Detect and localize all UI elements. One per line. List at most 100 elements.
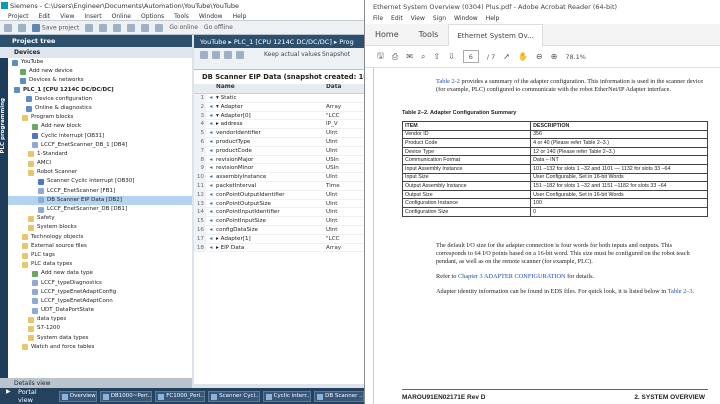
menu-help[interactable]: Help bbox=[233, 13, 247, 20]
menu-file[interactable]: File bbox=[373, 15, 383, 24]
tree-item-standard[interactable]: 1-Standard bbox=[8, 150, 192, 159]
download-icon[interactable] bbox=[155, 23, 164, 32]
print-icon[interactable]: ⎙ bbox=[392, 52, 398, 62]
db-row[interactable]: 3 ◂ ▾ Adapter[0] "LCC bbox=[194, 111, 364, 121]
tree-item-add-data-type[interactable]: Add new data type bbox=[8, 269, 192, 278]
task-db-scanner[interactable]: DB Scanner ... bbox=[314, 390, 365, 402]
db-row[interactable]: 11 ◂ packetInterval Time bbox=[194, 181, 364, 191]
next-page-icon[interactable]: ⇩ bbox=[448, 52, 455, 61]
cut-icon[interactable] bbox=[85, 23, 94, 32]
menu-online[interactable]: Online bbox=[112, 13, 131, 20]
prev-page-icon[interactable]: ⇧ bbox=[433, 52, 440, 61]
tree-item-udt-adaptconfig[interactable]: LCCF_typeEnetAdaptConfig bbox=[8, 288, 192, 297]
expand-icon[interactable] bbox=[224, 51, 232, 59]
email-icon[interactable]: ✉ bbox=[406, 52, 413, 61]
db-row[interactable]: 16 ◂ configDataSize UInt bbox=[194, 225, 364, 235]
db-row[interactable]: 7 ◂ productCode UInt bbox=[194, 146, 364, 156]
tree-item-plc-tags[interactable]: PLC tags bbox=[8, 251, 192, 260]
page-number-input[interactable]: 6 bbox=[462, 50, 479, 63]
tree-item-external-sources[interactable]: External source files bbox=[8, 242, 192, 251]
compile-icon[interactable] bbox=[141, 23, 150, 32]
menu-view[interactable]: View bbox=[411, 15, 425, 24]
tree-item-s7-1200[interactable]: S7-1200 bbox=[8, 324, 192, 333]
tree-item-udt-diagnostics[interactable]: LCCF_typeDiagnostics bbox=[8, 279, 192, 288]
paste-icon[interactable] bbox=[113, 23, 122, 32]
hand-tool-icon[interactable]: ✋ bbox=[518, 52, 528, 61]
tree-item-devices-networks[interactable]: Devices & networks bbox=[8, 76, 192, 85]
tree-item-program-blocks[interactable]: Program blocks bbox=[8, 113, 192, 122]
task-fc1000[interactable]: FC1000_Peri... bbox=[155, 390, 206, 402]
menu-view[interactable]: View bbox=[60, 13, 74, 20]
zoom-in-icon[interactable]: ⊕ bbox=[551, 52, 558, 61]
tree-item-device-config[interactable]: Device configuration bbox=[8, 95, 192, 104]
tree-item-udt-adaptconn[interactable]: LCCF_typeEnetAdaptConn bbox=[8, 297, 192, 306]
new-project-icon[interactable] bbox=[4, 23, 12, 32]
tree-item-ob31[interactable]: Cyclic interrupt [OB31] bbox=[8, 132, 192, 141]
go-online-button[interactable]: Go online bbox=[169, 24, 198, 31]
table-2-3-link[interactable]: Table 2–3 bbox=[668, 288, 693, 295]
menu-tools[interactable]: Tools bbox=[174, 13, 189, 20]
undo-icon[interactable] bbox=[127, 23, 136, 32]
tree-item-fb1[interactable]: LCCF_EnetScanner [FB1] bbox=[8, 187, 192, 196]
db-row[interactable]: 4 ◂ ▸ address IP_V bbox=[194, 120, 364, 130]
task-cyclic-interrupt[interactable]: Cyclic interr... bbox=[262, 390, 312, 402]
tree-item-robot-scanner[interactable]: Robot Scanner bbox=[8, 168, 192, 177]
tree-item-plc[interactable]: PLC_1 [CPU 1214C DC/DC/DC] bbox=[8, 86, 192, 95]
db-row[interactable]: 15 ◂ conPointInputSize UInt bbox=[194, 217, 364, 226]
keep-actual-values-button[interactable]: Keep actual values bbox=[264, 51, 321, 58]
menu-window[interactable]: Window bbox=[199, 13, 223, 20]
collapse-icon[interactable] bbox=[236, 51, 244, 59]
tab-document[interactable]: Ethernet System Ov... bbox=[448, 23, 543, 46]
add-row-icon[interactable] bbox=[212, 51, 220, 59]
tree-item-safety[interactable]: Safety bbox=[8, 214, 192, 223]
tree-item-ob30[interactable]: Scanner Cyclic interrupt [OB30] bbox=[8, 177, 192, 186]
task-overview[interactable]: Overview bbox=[58, 390, 97, 402]
chapter-link[interactable]: Chapter 3 ADAPTER CONFIGURATION bbox=[458, 273, 566, 280]
menu-project[interactable]: Project bbox=[8, 13, 29, 20]
search-icon[interactable]: ⌕ bbox=[421, 52, 425, 62]
db-row[interactable]: 2 ◂ ▾ Adapter Array bbox=[194, 102, 364, 112]
open-project-icon[interactable] bbox=[18, 23, 26, 32]
tree-item-data-types[interactable]: data types bbox=[8, 315, 192, 324]
task-db1000[interactable]: DB1000~Peri... bbox=[99, 390, 153, 402]
copy-icon[interactable] bbox=[99, 23, 108, 32]
portal-view-button[interactable]: Portal view bbox=[4, 388, 50, 404]
db-row[interactable]: 17 ◂ ▸ Adapter[1] "LCC bbox=[194, 234, 364, 244]
go-offline-button[interactable]: Go offline bbox=[204, 24, 233, 31]
tree-item-online-diag[interactable]: Online & diagnostics bbox=[8, 104, 192, 113]
menu-sign[interactable]: Sign bbox=[433, 15, 446, 24]
tree-item-db4[interactable]: LCCF_EnetScanner_DB_1 [DB4] bbox=[8, 141, 192, 150]
db-row[interactable]: 10 ◂ assemblyInstance UInt bbox=[194, 173, 364, 182]
save-icon[interactable]: 🖫 bbox=[377, 50, 384, 64]
zoom-level[interactable]: 78.1% bbox=[565, 53, 586, 61]
db-row[interactable]: 14 ◂ conPointInputIdentifier UInt bbox=[194, 208, 364, 218]
tree-item-udt-dataportstate[interactable]: UDT_DataPortState bbox=[8, 306, 192, 315]
snapshot-button[interactable]: Snapshot bbox=[322, 51, 350, 58]
task-scanner-cyclic[interactable]: Scanner Cycl... bbox=[208, 390, 260, 402]
db-row[interactable]: 18 ◂ ▸ EIP Data Array bbox=[194, 243, 364, 253]
tree-item-db1[interactable]: LCCF_EnetScanner_DB [DB1] bbox=[8, 205, 192, 214]
tree-item-add-device[interactable]: Add new device bbox=[8, 67, 192, 76]
db-row[interactable]: 5 ◂ vendorIdentifier UInt bbox=[194, 129, 364, 138]
tree-item-technology-objects[interactable]: Technology objects bbox=[8, 233, 192, 242]
db-row[interactable]: 8 ◂ revisionMajor USIn bbox=[194, 155, 364, 165]
tab-tools[interactable]: Tools bbox=[409, 30, 449, 39]
tree-item-plc-data-types[interactable]: PLC data types bbox=[8, 260, 192, 269]
tree-item-system-data-types[interactable]: System data types bbox=[8, 334, 192, 343]
menu-insert[interactable]: Insert bbox=[84, 13, 101, 20]
save-project-button[interactable]: Save project bbox=[32, 23, 79, 32]
devices-tab[interactable]: Devices bbox=[0, 47, 192, 58]
zoom-out-icon[interactable]: ⊖ bbox=[536, 52, 543, 61]
menu-edit[interactable]: Edit bbox=[391, 15, 403, 24]
menu-options[interactable]: Options bbox=[141, 13, 164, 20]
tree-item-project[interactable]: YouTube bbox=[8, 58, 192, 67]
db-row[interactable]: 13 ◂ conPointOutputSize UInt bbox=[194, 199, 364, 209]
tree-item-add-block[interactable]: Add new block bbox=[8, 122, 192, 131]
details-view-header[interactable]: Details view bbox=[0, 378, 192, 388]
tree-item-system-blocks[interactable]: System blocks bbox=[8, 223, 192, 232]
table-link[interactable]: Table 2-2 bbox=[436, 78, 460, 85]
db-row[interactable]: 6 ◂ productType UInt bbox=[194, 137, 364, 147]
menu-edit[interactable]: Edit bbox=[39, 13, 51, 20]
tree-item-amci[interactable]: AMCI bbox=[8, 159, 192, 168]
tree-item-watch-tables[interactable]: Watch and force tables bbox=[8, 343, 192, 352]
